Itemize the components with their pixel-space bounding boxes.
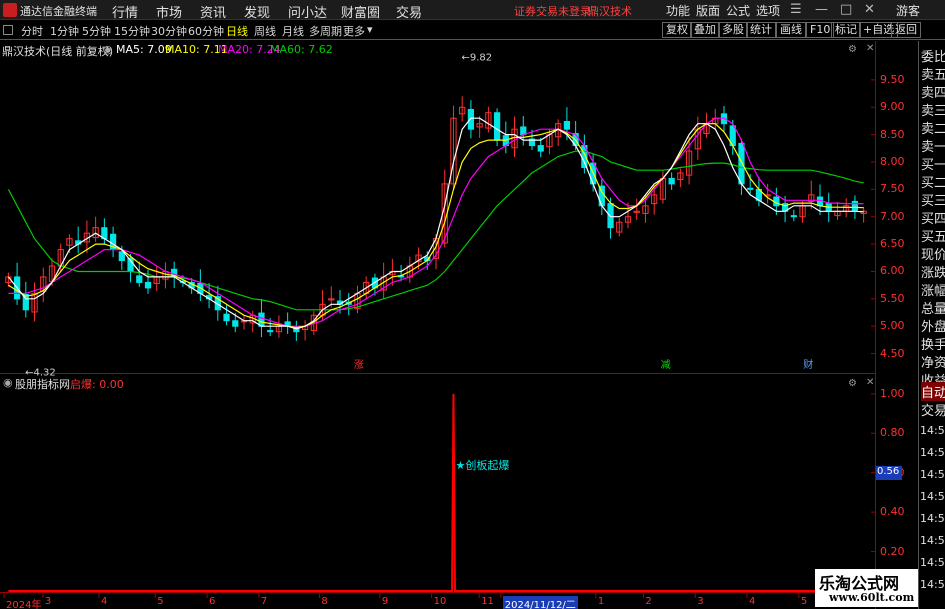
candle-body xyxy=(738,142,745,185)
price-high-label: ←9.82 xyxy=(461,52,492,63)
quote-field-label[interactable]: 买一 xyxy=(921,154,945,173)
cursor-value-label: 0.56 xyxy=(876,466,902,480)
y-tick-label: 6.00 xyxy=(880,264,905,278)
quote-field-label[interactable]: 卖一 xyxy=(921,136,945,155)
y-tick-label: 6.50 xyxy=(880,237,905,251)
candle-body xyxy=(537,145,544,152)
x-tick-label: 3 xyxy=(44,596,52,607)
chart-grid xyxy=(0,41,876,609)
quote-field-label[interactable]: 买五 xyxy=(921,226,945,245)
x-tick-label: 1 xyxy=(597,596,605,607)
quote-field-label[interactable]: 换手 xyxy=(921,334,945,353)
candle-body xyxy=(223,313,230,322)
candle-body xyxy=(467,108,475,130)
candle-body xyxy=(232,320,239,327)
quote-field-label[interactable]: 交易 xyxy=(921,400,945,419)
quote-field-label[interactable]: 外盘 xyxy=(921,316,945,335)
chart-annotations: ←9.82 ←4.32 涨 减 财 xyxy=(25,52,813,378)
x-tick-label: 4 xyxy=(749,596,756,607)
tick-time: 14:56 xyxy=(920,534,945,547)
x-tick-label: 9 xyxy=(381,596,389,607)
quote-field-label[interactable]: 卖二 xyxy=(921,118,945,137)
candle-body xyxy=(851,200,859,212)
sub-y-tick-label: 0.80 xyxy=(880,426,905,440)
tick-time: 14:56 xyxy=(920,468,945,481)
candle-body xyxy=(607,203,614,229)
candle-body xyxy=(267,330,274,333)
quote-field-label[interactable]: 涨幅 xyxy=(921,280,945,299)
event-marker: 财 xyxy=(803,358,813,371)
candle-body xyxy=(790,215,797,218)
candle-body xyxy=(258,312,265,327)
x-tick-label: 2024/11/12/二 xyxy=(502,596,578,609)
ma10-line xyxy=(8,123,864,329)
y-tick-label: 7.50 xyxy=(880,182,905,196)
x-tick-label: 6 xyxy=(209,596,216,607)
y-tick-label: 8.00 xyxy=(880,155,905,168)
x-tick-label: 4 xyxy=(101,596,108,607)
y-tick-label: 7.00 xyxy=(880,209,905,223)
quote-field-label[interactable]: 现价 xyxy=(921,244,945,263)
ma60-line xyxy=(7,150,864,311)
x-tick-label: 11 xyxy=(481,596,494,607)
y-tick-label: 9.00 xyxy=(880,100,905,114)
sub-y-tick-label: 0.20 xyxy=(880,544,905,558)
y-tick-label: 4.50 xyxy=(880,346,905,360)
y-tick-label: 5.50 xyxy=(880,291,905,305)
y-tick-label: 9.50 xyxy=(880,72,905,86)
tick-time: 14:56 xyxy=(920,556,945,569)
quote-side-panel: 委比卖五卖四卖三卖二卖一买一买二买三买四买五现价涨跌涨幅总量外盘换手净资收益自动… xyxy=(918,41,945,609)
event-marker: 减 xyxy=(661,359,671,371)
x-tick-label: 7 xyxy=(260,596,268,607)
quote-field-label[interactable]: 卖四 xyxy=(921,82,945,101)
candle-body xyxy=(144,281,152,289)
x-tick-label: 8 xyxy=(321,596,328,607)
sub-y-tick-label: 0.40 xyxy=(880,505,905,519)
x-tick-label: 5 xyxy=(157,596,164,607)
quote-field-label[interactable]: 涨跌 xyxy=(921,262,945,281)
x-tick-label: 5 xyxy=(800,596,808,607)
x-tick-label: 3 xyxy=(697,596,704,607)
candle-body xyxy=(747,187,754,190)
event-marker: 涨 xyxy=(354,359,364,371)
x-tick-label: 2 xyxy=(645,596,652,607)
tick-time: 14:56 xyxy=(920,446,945,459)
candle-body xyxy=(563,120,571,130)
quote-field-label[interactable]: 净资 xyxy=(921,352,945,371)
tick-time: 14:56 xyxy=(920,578,945,591)
x-tick-label: 2024年 xyxy=(6,600,42,609)
ma-lines xyxy=(7,117,864,330)
chart-area[interactable]: ★创板起爆 ←9.82 ←4.32 涨 减 财 xyxy=(0,0,918,609)
candle-body xyxy=(493,112,501,141)
tick-time: 14:56 xyxy=(920,424,945,437)
tick-time: 14:56 xyxy=(920,512,945,525)
watermark-url: www.60lt.com xyxy=(829,591,915,604)
quote-field-label[interactable]: 卖三 xyxy=(921,100,945,119)
candle-body xyxy=(668,177,675,185)
quote-field-label[interactable]: 买三 xyxy=(921,190,945,209)
quote-field-label[interactable]: 买二 xyxy=(921,172,945,191)
candle-body xyxy=(118,251,125,262)
spike-label: ★创板起爆 xyxy=(455,458,509,472)
quote-field-label[interactable]: 卖五 xyxy=(921,64,945,83)
y-tick-label: 5.00 xyxy=(880,319,905,333)
price-low-label: ←4.32 xyxy=(25,367,56,378)
x-tick-label: 10 xyxy=(433,596,447,607)
watermark-logo: 乐淘公式网 www.60lt.com xyxy=(815,569,918,607)
indicator-line xyxy=(8,393,864,592)
y-tick-label: 8.50 xyxy=(880,127,905,141)
indicator-series: ★创板起爆 xyxy=(8,393,864,592)
sub-y-tick-label: 1.00 xyxy=(880,386,905,400)
quote-field-label[interactable]: 买四 xyxy=(921,208,945,227)
candle-body xyxy=(136,275,143,283)
quote-field-label[interactable]: 委比 xyxy=(921,46,945,65)
tick-time: 14:56 xyxy=(920,490,945,503)
quote-field-label[interactable]: 自动 xyxy=(921,382,945,401)
quote-field-label[interactable]: 总量 xyxy=(921,298,945,317)
